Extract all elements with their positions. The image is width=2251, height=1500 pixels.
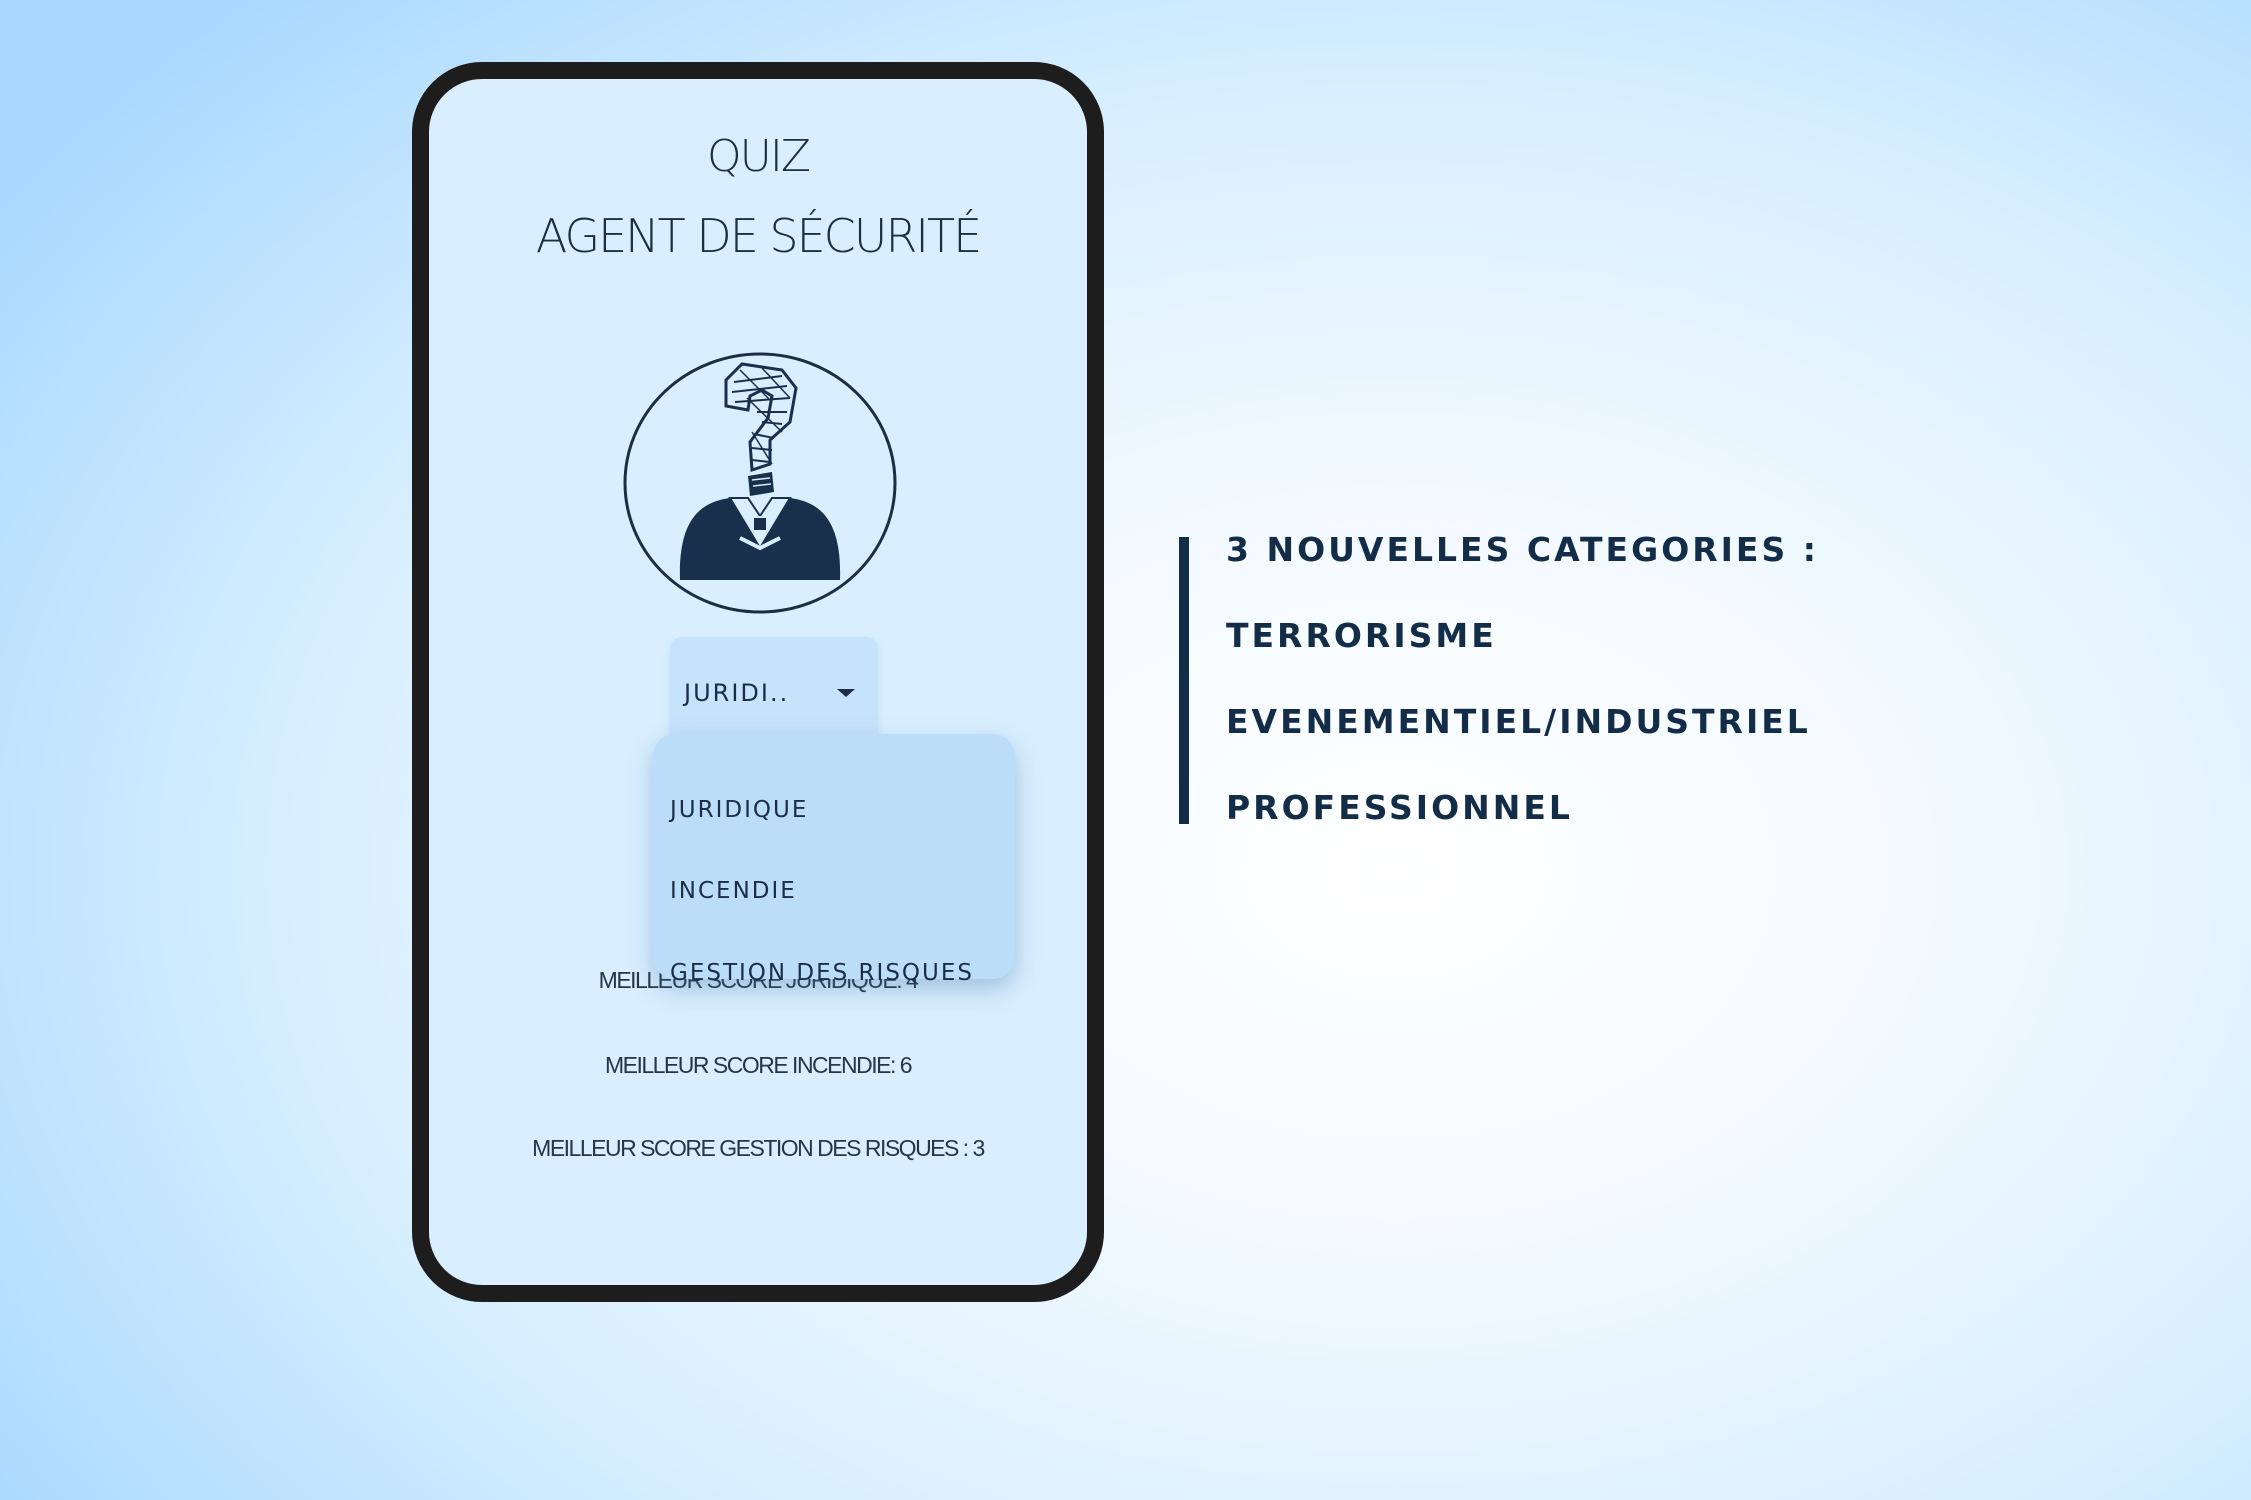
best-score-incendie: MEILLEUR SCORE INCENDIE: 6 <box>604 1052 913 1078</box>
app-subtitle: AGENT DE SÉCURITÉ <box>535 209 982 263</box>
phone-frame: QUIZ AGENT DE SÉCURITÉ JURIDI.. JURIDIQU… <box>412 62 1104 1302</box>
features-heading: 3 NOUVELLES CATEGORIES : <box>1226 530 1819 569</box>
category-select-value: JURIDI.. <box>684 679 790 707</box>
security-guard-question-mark-icon <box>623 352 897 614</box>
feature-item-professionnel: PROFESSIONNEL <box>1226 788 1573 827</box>
category-dropdown-menu: JURIDIQUE INCENDIE GESTION DES RISQUES <box>653 734 1015 986</box>
feature-item-terrorisme: TERRORISME <box>1226 616 1497 655</box>
category-select[interactable]: JURIDI.. <box>670 637 878 749</box>
best-score-gestion-des-risques: MEILLEUR SCORE GESTION DES RISQUES : 3 <box>532 1135 985 1161</box>
menu-item-gestion-des-risques[interactable]: GESTION DES RISQUES <box>670 960 974 986</box>
menu-item-incendie[interactable]: INCENDIE <box>670 878 797 904</box>
chevron-down-icon[interactable] <box>837 689 855 697</box>
feature-item-evenementiel: EVENEMENTIEL/INDUSTRIEL <box>1226 702 1811 741</box>
menu-item-juridique[interactable]: JURIDIQUE <box>670 797 808 823</box>
accent-divider <box>1179 537 1189 824</box>
app-title: QUIZ <box>707 131 811 182</box>
